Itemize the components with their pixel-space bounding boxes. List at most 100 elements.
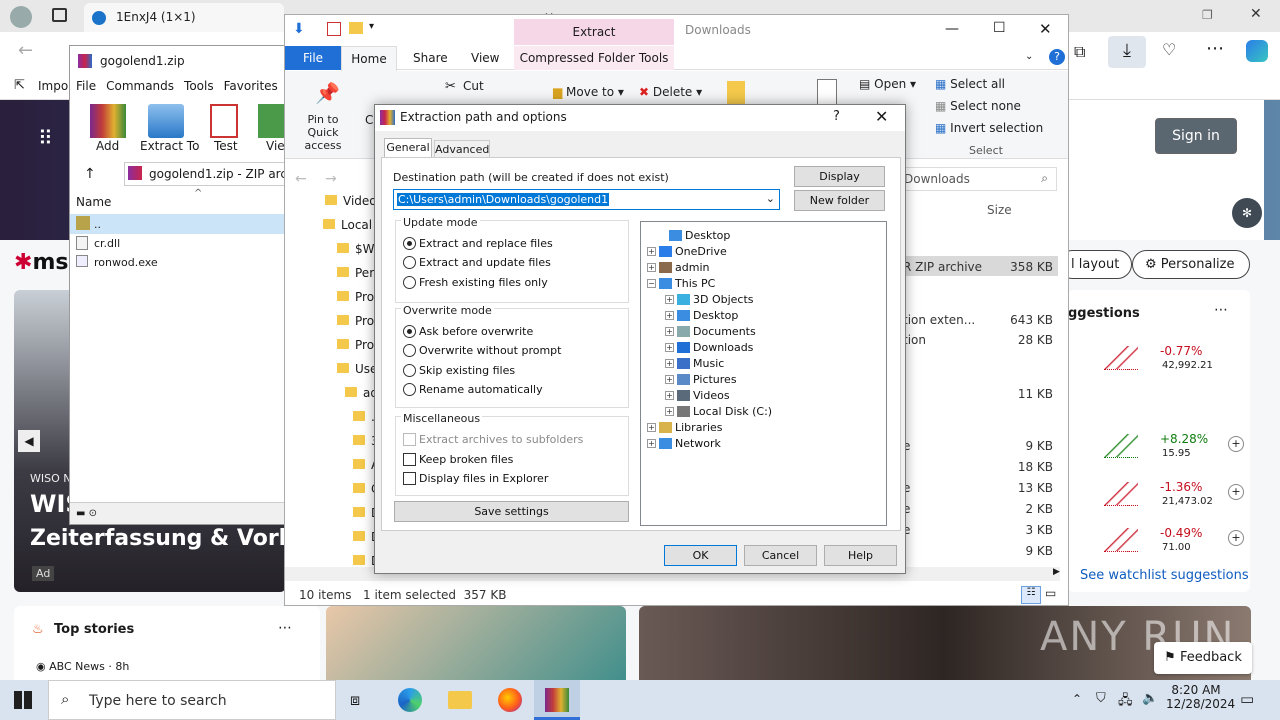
file-row-parent[interactable] [70,214,284,234]
tree-expand-icon[interactable]: + [647,439,656,448]
menu-commands[interactable]: Commands [106,79,174,93]
copilot-icon[interactable] [1246,40,1268,62]
tab-share[interactable]: Share [413,51,448,65]
network-icon[interactable]: 🖧 [1118,691,1133,713]
sparkle-icon[interactable]: ✻ [1232,198,1262,228]
apps-grid-icon[interactable]: ⠿ [38,126,53,150]
profile-avatar[interactable] [10,6,32,28]
menu-tools[interactable]: Tools [184,79,214,93]
tree-item[interactable]: 3D Objects [693,293,754,306]
select-none-button[interactable]: ▦ Select none [935,99,1021,113]
delete-button[interactable]: ✖ Delete ▾ [639,85,705,99]
properties-large-icon[interactable] [817,79,837,105]
large-icons-view-icon[interactable]: ▭ [1045,586,1056,600]
edge-taskbar-icon[interactable] [398,688,422,712]
tree-expand-icon[interactable]: + [665,343,674,352]
tree-expand-icon[interactable]: + [665,311,674,320]
cut-button[interactable]: Cut [463,79,484,93]
radio-overwrite-without[interactable] [403,344,416,357]
file-name[interactable]: ronwod.exe [94,256,158,269]
extract-subfolders-label[interactable]: Extract archives to subfolders [419,433,583,446]
add-stock-icon[interactable]: + [1228,436,1244,452]
carousel-prev-icon[interactable]: ◀ [18,430,40,452]
rename-auto-label[interactable]: Rename automatically [419,383,543,396]
file-name[interactable]: cr.dll [94,237,120,250]
nav-pane-item[interactable]: Local [323,218,372,232]
cancel-button[interactable]: Cancel [744,545,817,566]
scroll-right-icon[interactable]: ▶ [1053,567,1060,577]
save-settings-button[interactable]: Save settings [394,501,629,522]
overwrite-without-label[interactable]: Overwrite without prompt [419,344,561,357]
open-button[interactable]: ▤ Open ▾ [859,77,916,91]
nav-pane-item[interactable]: $Wi [337,242,378,256]
extract-replace-label[interactable]: Extract and replace files [419,237,553,250]
browser-close-icon[interactable]: ✕ [1250,6,1262,22]
search-box[interactable]: Downloads ⌕ [897,167,1057,191]
card-more-icon[interactable]: ⋯ [1214,302,1228,318]
details-view-icon[interactable]: ☷ [1021,586,1041,604]
dialog-close-icon[interactable]: ✕ [875,107,888,126]
new-folder-qa-icon[interactable] [349,22,363,34]
firefox-taskbar-icon[interactable] [498,688,522,712]
more-menu-icon[interactable]: ⋯ [1206,38,1224,59]
tree-expand-icon[interactable]: + [665,407,674,416]
help-icon[interactable]: ? [1049,49,1065,65]
display-explorer-label[interactable]: Display files in Explorer [419,472,548,485]
tree-item[interactable]: Desktop [685,229,730,242]
tray-chevron-icon[interactable]: ⌃ [1072,692,1082,706]
tray-security-icon[interactable]: ⛉ [1096,691,1106,706]
performance-icon[interactable]: ♡ [1162,40,1176,59]
tab-1enxj4[interactable]: 1EnxJ4 (1×1) [84,3,284,32]
nav-back-icon[interactable]: ← [295,171,307,187]
news-image-shopping[interactable] [326,606,626,686]
archive-path-field[interactable]: gogolend1.zip - ZIP archiv [124,162,286,186]
ribbon-collapse-icon[interactable]: ⌄ [1025,51,1033,62]
tab-view[interactable]: View [471,51,499,65]
tree-expand-icon[interactable]: + [665,375,674,384]
taskbar-search-box[interactable]: ⌕ Type here to search [48,680,336,720]
extract-to-label[interactable]: Extract To [140,139,199,153]
tree-item[interactable]: Local Disk (C:) [693,405,772,418]
checkbox-keep-broken[interactable] [403,453,416,466]
skip-existing-label[interactable]: Skip existing files [419,364,515,377]
invert-selection-button[interactable]: ▦ Invert selection [935,121,1043,135]
radio-skip-existing[interactable] [403,364,416,377]
tree-item[interactable]: Pictures [693,373,737,386]
test-icon[interactable] [210,104,238,138]
menu-favorites[interactable]: Favorites [224,79,278,93]
watchlist-link[interactable]: See watchlist suggestions [1080,568,1249,583]
checkbox-extract-subfolders[interactable] [403,433,416,446]
test-label[interactable]: Test [214,139,238,153]
add-button-label[interactable]: Add [96,139,119,153]
sign-in-button[interactable]: Sign in [1155,118,1237,154]
tree-expand-icon[interactable]: + [647,263,656,272]
nav-pane-item[interactable]: Perf [337,266,378,280]
file-row-type[interactable]: tion [903,333,926,347]
radio-rename-auto[interactable] [403,383,416,396]
radio-ask-before[interactable] [403,325,416,338]
notifications-icon[interactable]: ▭ [1240,690,1254,708]
destination-path-input[interactable]: C:\Users\admin\Downloads\gogolend1 ⌄ [393,189,780,210]
keep-broken-label[interactable]: Keep broken files [419,453,513,466]
tab-actions-icon[interactable] [52,8,67,22]
tree-expand-icon[interactable]: + [647,247,656,256]
tab-general[interactable]: General [384,138,432,158]
add-stock-icon[interactable]: + [1228,484,1244,500]
compressed-folder-tools-tab[interactable]: Compressed Folder Tools [514,46,674,70]
move-to-button[interactable]: ▆ Move to ▾ [553,85,627,99]
tree-item[interactable]: Music [693,357,724,370]
select-all-button[interactable]: ▦ Select all [935,77,1005,91]
radio-fresh-existing[interactable] [403,276,416,289]
add-icon[interactable] [90,104,126,138]
radio-extract-replace[interactable] [403,237,416,250]
start-windows-icon[interactable] [14,691,32,709]
extract-to-icon[interactable] [148,104,184,138]
tree-item[interactable]: admin [675,261,709,274]
stock-row[interactable]: +8.28% 15.95 + [1104,430,1250,464]
display-button[interactable]: Display [794,166,885,187]
menu-file[interactable]: File [76,79,96,93]
tree-item[interactable]: Network [675,437,721,450]
name-column-header[interactable]: Name [76,195,111,209]
file-row-type[interactable]: tion exten... [903,313,975,327]
fresh-existing-label[interactable]: Fresh existing files only [419,276,548,289]
